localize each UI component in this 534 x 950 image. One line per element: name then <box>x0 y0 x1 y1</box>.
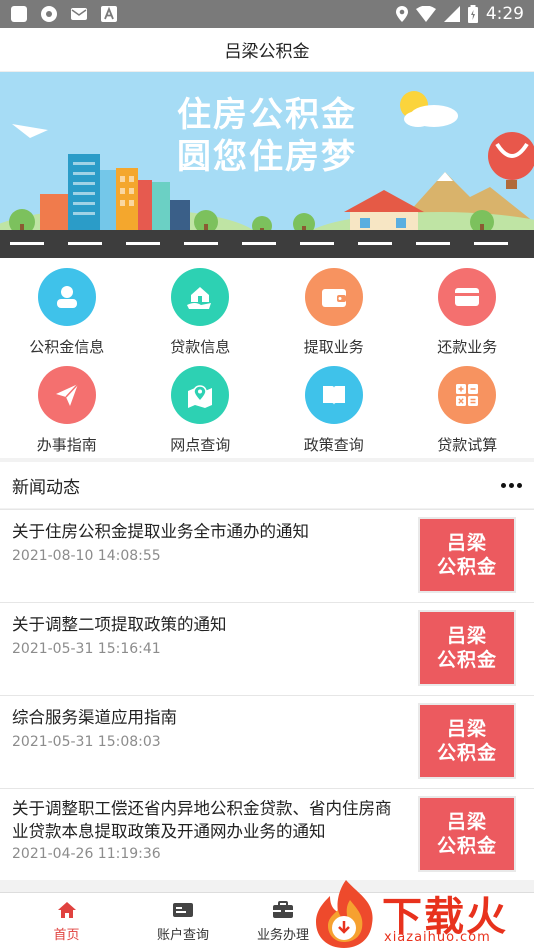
service-fund-info[interactable]: 公积金信息 <box>0 266 134 364</box>
service-label: 还款业务 <box>437 338 498 356</box>
service-label: 公积金信息 <box>29 338 105 356</box>
news-thumbnail: 吕梁 公积金 <box>418 703 516 779</box>
news-thumbnail: 吕梁 公积金 <box>418 610 516 686</box>
news-title: 关于住房公积金提取业务全市通办的通知 <box>12 522 309 541</box>
calculator-icon <box>456 384 479 406</box>
service-circle <box>304 268 363 326</box>
house-hand-icon <box>187 287 212 309</box>
service-outlet-search[interactable]: 网点查询 <box>134 364 268 462</box>
service-loan-calculator[interactable]: 贷款试算 <box>401 364 534 462</box>
location-icon <box>395 6 408 22</box>
banner-slogan-line2: 圆您住房梦 <box>177 137 357 177</box>
thumbnail-text-line1: 吕梁 <box>446 718 487 740</box>
news-section-header: 新闻动态 <box>0 462 534 508</box>
service-withdrawal[interactable]: 提取业务 <box>267 266 401 364</box>
person-icon <box>56 286 77 308</box>
service-circle <box>37 268 96 326</box>
briefcase-icon <box>273 901 293 918</box>
battery-icon <box>467 5 478 23</box>
thumbnail-text-line2: 公积金 <box>436 649 497 671</box>
service-label: 贷款试算 <box>437 436 498 454</box>
tab-label: 业务办理 <box>256 928 309 943</box>
news-title: 综合服务渠道应用指南 <box>12 708 177 727</box>
service-loan-info[interactable]: 贷款信息 <box>134 266 268 364</box>
news-title: 关于调整职工偿还省内异地公积金贷款、省内住房商业贷款本息提取政策及开通网办业务的… <box>12 799 392 841</box>
tab-account-query[interactable]: 账户查询 <box>133 893 233 950</box>
book-icon <box>322 386 345 405</box>
news-title: 关于调整二项提取政策的通知 <box>12 615 227 634</box>
tab-home[interactable]: 首页 <box>0 893 133 950</box>
service-label: 政策查询 <box>303 436 364 454</box>
service-circle <box>304 366 363 424</box>
paper-plane-icon <box>55 383 79 406</box>
news-list: 关于住房公积金提取业务全市通办的通知 2021-08-10 14:08:55 吕… <box>0 509 534 880</box>
mail-notification-icon <box>70 5 88 23</box>
map-pin-icon <box>188 385 213 408</box>
thumbnail-text-line1: 吕梁 <box>446 625 487 647</box>
banner-slogan-line1: 住房公积金 <box>177 95 357 135</box>
news-item[interactable]: 关于调整职工偿还省内异地公积金贷款、省内住房商业贷款本息提取政策及开通网办业务的… <box>0 788 534 880</box>
news-date: 2021-05-31 15:08:03 <box>12 734 161 750</box>
tab-label: 首页 <box>53 928 80 943</box>
page-title: 吕梁公积金 <box>224 42 310 62</box>
wifi-icon <box>415 6 436 22</box>
service-label: 贷款信息 <box>170 338 231 356</box>
service-circle <box>171 366 230 424</box>
status-bar: 4:29 <box>0 0 534 28</box>
thumbnail-text-line2: 公积金 <box>436 835 497 857</box>
thumbnail-text-line2: 公积金 <box>436 742 497 764</box>
news-date: 2021-08-10 14:08:55 <box>12 548 161 564</box>
service-policy-search[interactable]: 政策查询 <box>267 364 401 462</box>
news-section-title: 新闻动态 <box>12 477 80 498</box>
wallet-icon <box>321 289 346 307</box>
watermark-logo: 下载火 xiazaihuo.com <box>310 876 534 950</box>
thumbnail-text-line2: 公积金 <box>436 556 497 578</box>
id-card-icon <box>173 903 193 917</box>
service-label: 办事指南 <box>36 436 97 454</box>
news-item[interactable]: 关于调整二项提取政策的通知 2021-05-31 15:16:41 吕梁 公积金 <box>0 602 534 695</box>
watermark-url: xiazaihuo.com <box>384 930 491 945</box>
news-item[interactable]: 综合服务渠道应用指南 2021-05-31 15:08:03 吕梁 公积金 <box>0 695 534 788</box>
card-icon <box>455 288 480 306</box>
service-guide[interactable]: 办事指南 <box>0 364 134 462</box>
news-date: 2021-05-31 15:16:41 <box>12 641 161 657</box>
news-date: 2021-04-26 11:19:36 <box>12 846 161 862</box>
tab-label: 账户查询 <box>156 928 209 943</box>
promo-banner[interactable]: 住房公积金 圆您住房梦 <box>0 72 534 258</box>
thumbnail-text-line1: 吕梁 <box>446 811 487 833</box>
service-circle <box>438 268 497 326</box>
service-grid: 公积金信息 贷款信息 提取业务 还款业务 办事指南 网点查询 政策查询 贷款试算 <box>0 258 534 458</box>
service-circle <box>171 268 230 326</box>
service-repayment[interactable]: 还款业务 <box>401 266 534 364</box>
clock: 4:29 <box>485 4 524 24</box>
service-label: 网点查询 <box>170 436 231 454</box>
service-circle <box>438 366 497 424</box>
signal-icon <box>443 6 460 22</box>
service-label: 提取业务 <box>303 338 364 356</box>
home-icon <box>57 902 76 918</box>
banner-slogan: 住房公积金 圆您住房梦 <box>0 94 534 178</box>
flame-logo-icon <box>316 880 373 948</box>
aperture-notification-icon <box>40 5 58 23</box>
news-thumbnail: 吕梁 公积金 <box>418 517 516 593</box>
news-thumbnail: 吕梁 公积金 <box>418 796 516 872</box>
service-circle <box>37 366 96 424</box>
news-item[interactable]: 关于住房公积金提取业务全市通办的通知 2021-08-10 14:08:55 吕… <box>0 509 534 602</box>
app-title-bar: 吕梁公积金 <box>0 28 534 72</box>
thumbnail-text-line1: 吕梁 <box>446 532 487 554</box>
text-notification-icon <box>100 5 118 23</box>
square-notification-icon <box>10 5 28 23</box>
more-options-icon[interactable] <box>501 477 522 494</box>
